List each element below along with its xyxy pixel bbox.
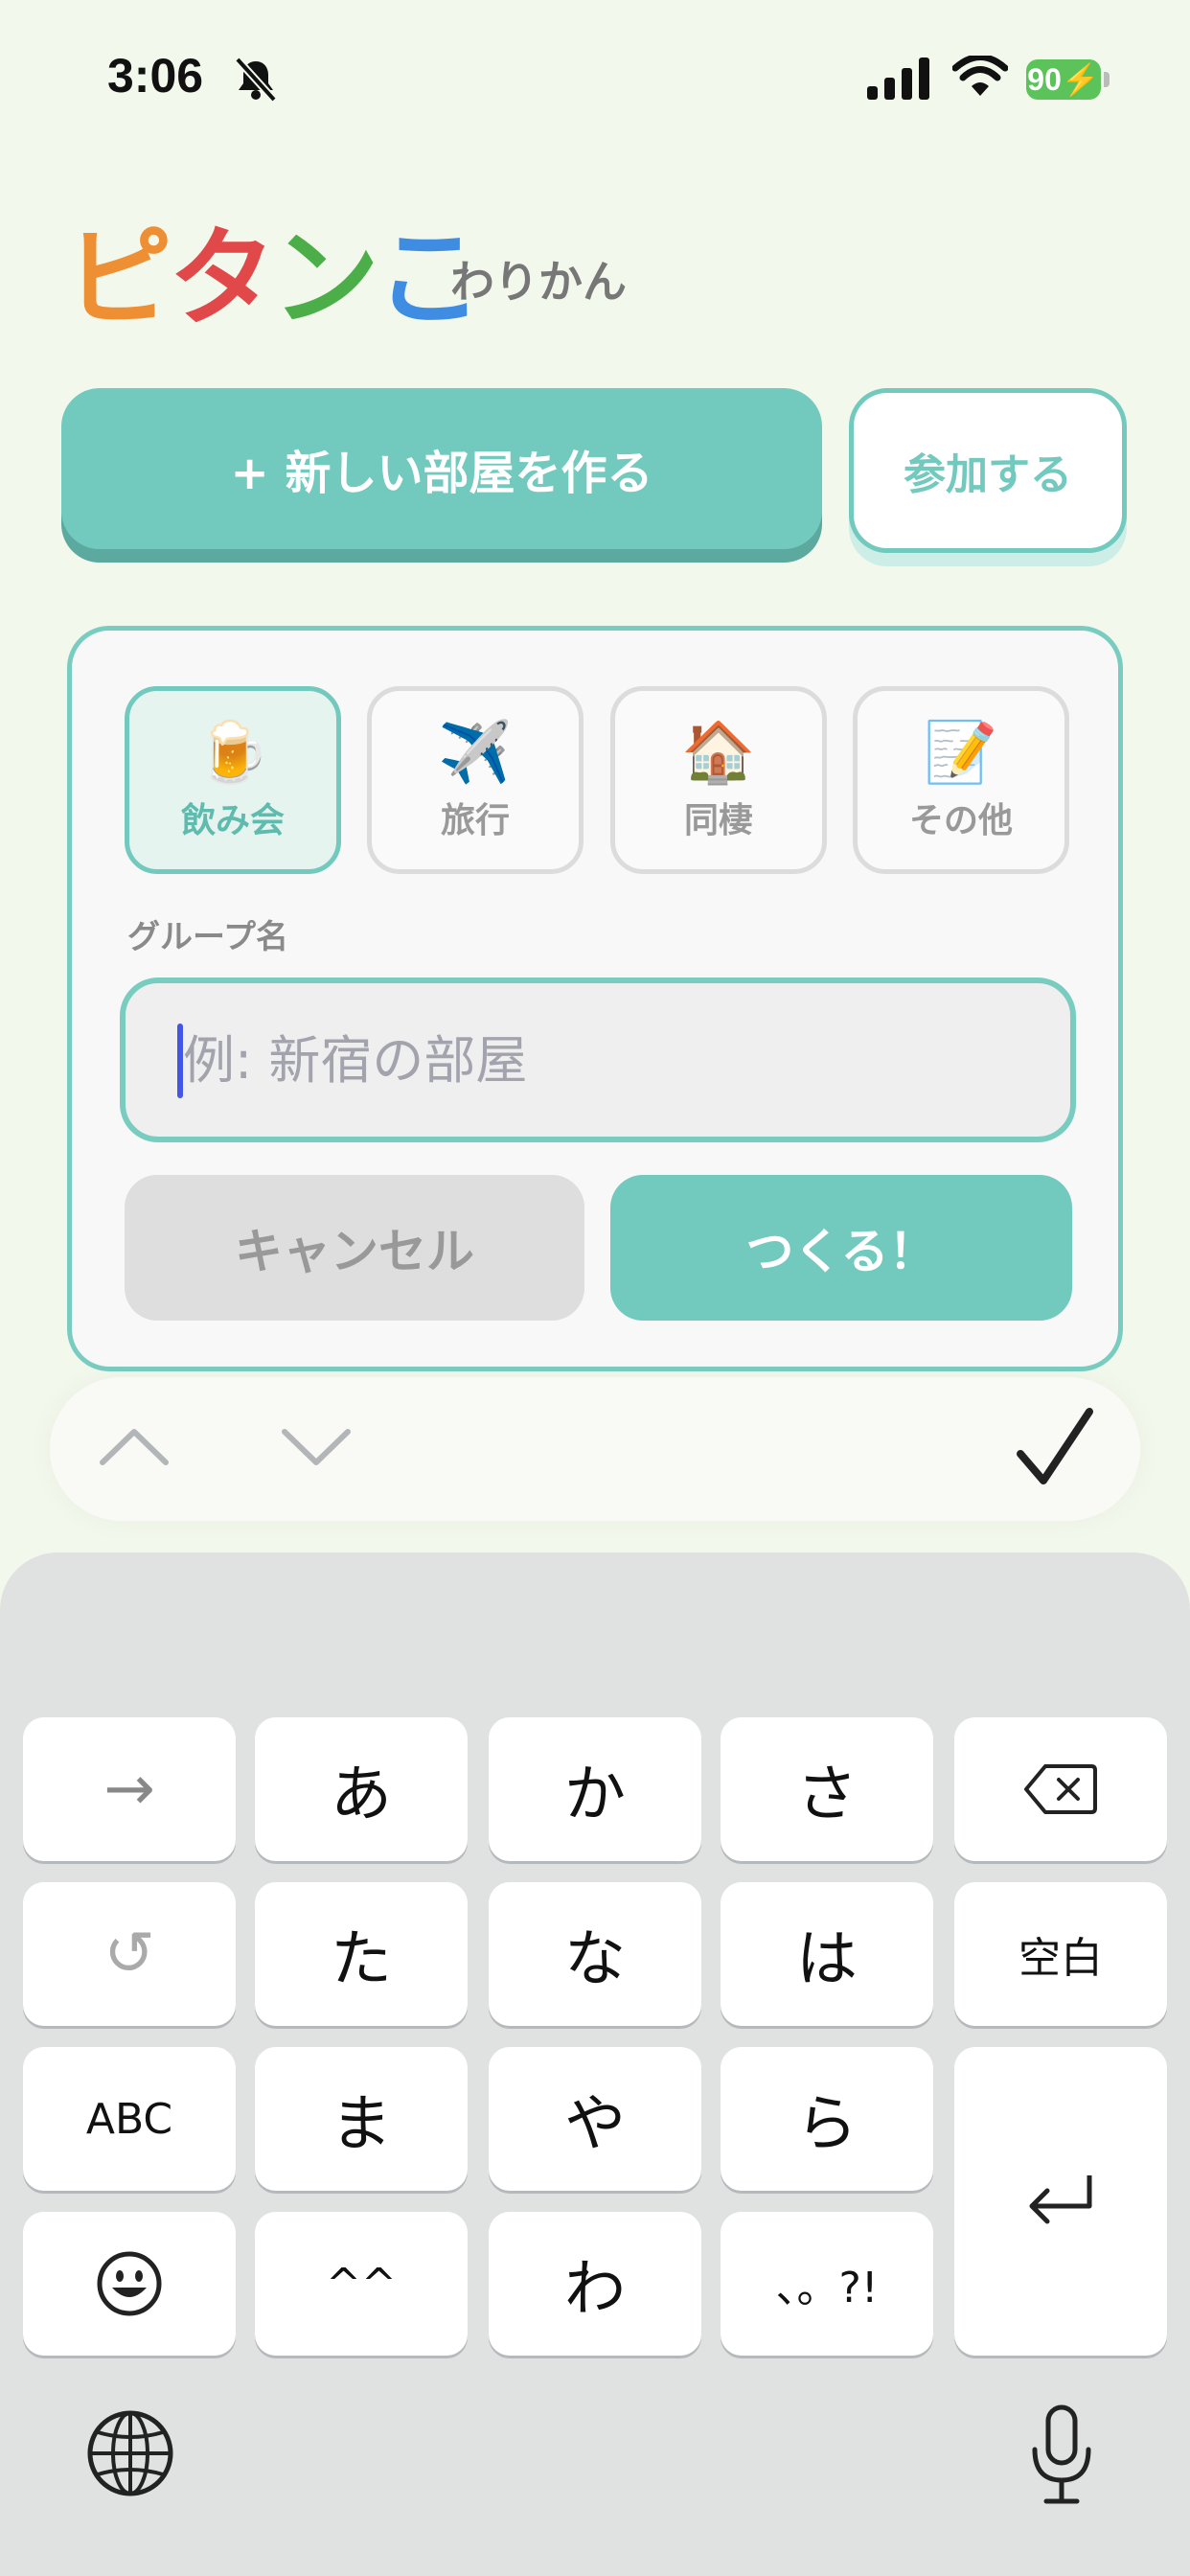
status-time: 3:06 (107, 49, 204, 103)
battery-indicator: 90 ⚡ (1026, 59, 1101, 100)
memo-icon: 📝 (924, 717, 998, 787)
key-ha[interactable]: は (721, 1882, 933, 2026)
wifi-icon (952, 56, 1008, 96)
join-button[interactable]: 参加する (849, 388, 1127, 553)
app-logo: ピタンこ (65, 217, 483, 341)
return-icon (1029, 2175, 1092, 2224)
key-abc[interactable]: ABC (23, 2047, 236, 2191)
category-label: 同棲 (683, 801, 753, 840)
key-ma[interactable]: ま (255, 2047, 468, 2191)
checkmark-icon[interactable] (1011, 1394, 1097, 1500)
keyboard-accessory-bar (50, 1377, 1140, 1521)
text-caret (177, 1024, 183, 1098)
signal-icon (867, 58, 929, 100)
chevron-up-icon[interactable] (91, 1409, 177, 1485)
category-travel-button[interactable]: ✈️ 旅行 (367, 686, 584, 874)
category-label: 旅行 (440, 801, 510, 840)
microphone-icon[interactable] (1027, 2404, 1096, 2509)
chevron-down-icon[interactable] (273, 1409, 359, 1485)
group-name-label: グループ名 (127, 918, 288, 956)
key-ka[interactable]: か (489, 1717, 701, 1861)
key-wa[interactable]: わ (489, 2212, 701, 2356)
key-kaomoji[interactable]: ^^ (255, 2212, 468, 2356)
backspace-icon (1024, 1764, 1097, 1814)
category-other-button[interactable]: 📝 その他 (853, 686, 1069, 874)
house-icon: 🏠 (681, 717, 756, 787)
key-ta[interactable]: た (255, 1882, 468, 2026)
delete-key[interactable] (954, 1717, 1167, 1861)
key-next-arrow[interactable]: → (23, 1717, 236, 1861)
beer-icon: 🍺 (195, 717, 270, 787)
key-ra[interactable]: ら (721, 2047, 933, 2191)
key-undo[interactable]: ↺ (23, 1882, 236, 2026)
smiley-icon (97, 2251, 162, 2316)
bell-slash-icon (235, 57, 277, 103)
category-label: 飲み会 (180, 801, 285, 840)
group-name-field[interactable] (120, 978, 1076, 1142)
create-room-card: 🍺 飲み会 ✈️ 旅行 🏠 同棲 📝 その他 グループ名 キャンセル つくる！ (67, 626, 1123, 1371)
create-button[interactable]: つくる！ (610, 1175, 1072, 1321)
key-sa[interactable]: さ (721, 1717, 933, 1861)
airplane-icon: ✈️ (438, 717, 513, 787)
kana-keyboard: → あ か さ ↺ た な は 空白 ABC ま や ら ^^ わ 、。?! (0, 1552, 1190, 2576)
new-room-button[interactable]: + 新しい部屋を作る (61, 388, 822, 549)
key-na[interactable]: な (489, 1882, 701, 2026)
key-emoji[interactable] (23, 2212, 236, 2356)
category-label: その他 (908, 801, 1013, 840)
globe-icon[interactable] (84, 2407, 176, 2499)
key-space[interactable]: 空白 (954, 1882, 1167, 2026)
key-return[interactable] (954, 2047, 1167, 2356)
key-ya[interactable]: や (489, 2047, 701, 2191)
category-living-together-button[interactable]: 🏠 同棲 (610, 686, 827, 874)
battery-nub (1104, 72, 1110, 87)
cancel-button[interactable]: キャンセル (125, 1175, 584, 1321)
category-drinking-button[interactable]: 🍺 飲み会 (125, 686, 341, 874)
key-punctuation[interactable]: 、。?! (721, 2212, 933, 2356)
key-a[interactable]: あ (255, 1717, 468, 1861)
app-subtitle: わりかん (450, 256, 627, 308)
group-name-input[interactable] (126, 983, 1070, 1137)
